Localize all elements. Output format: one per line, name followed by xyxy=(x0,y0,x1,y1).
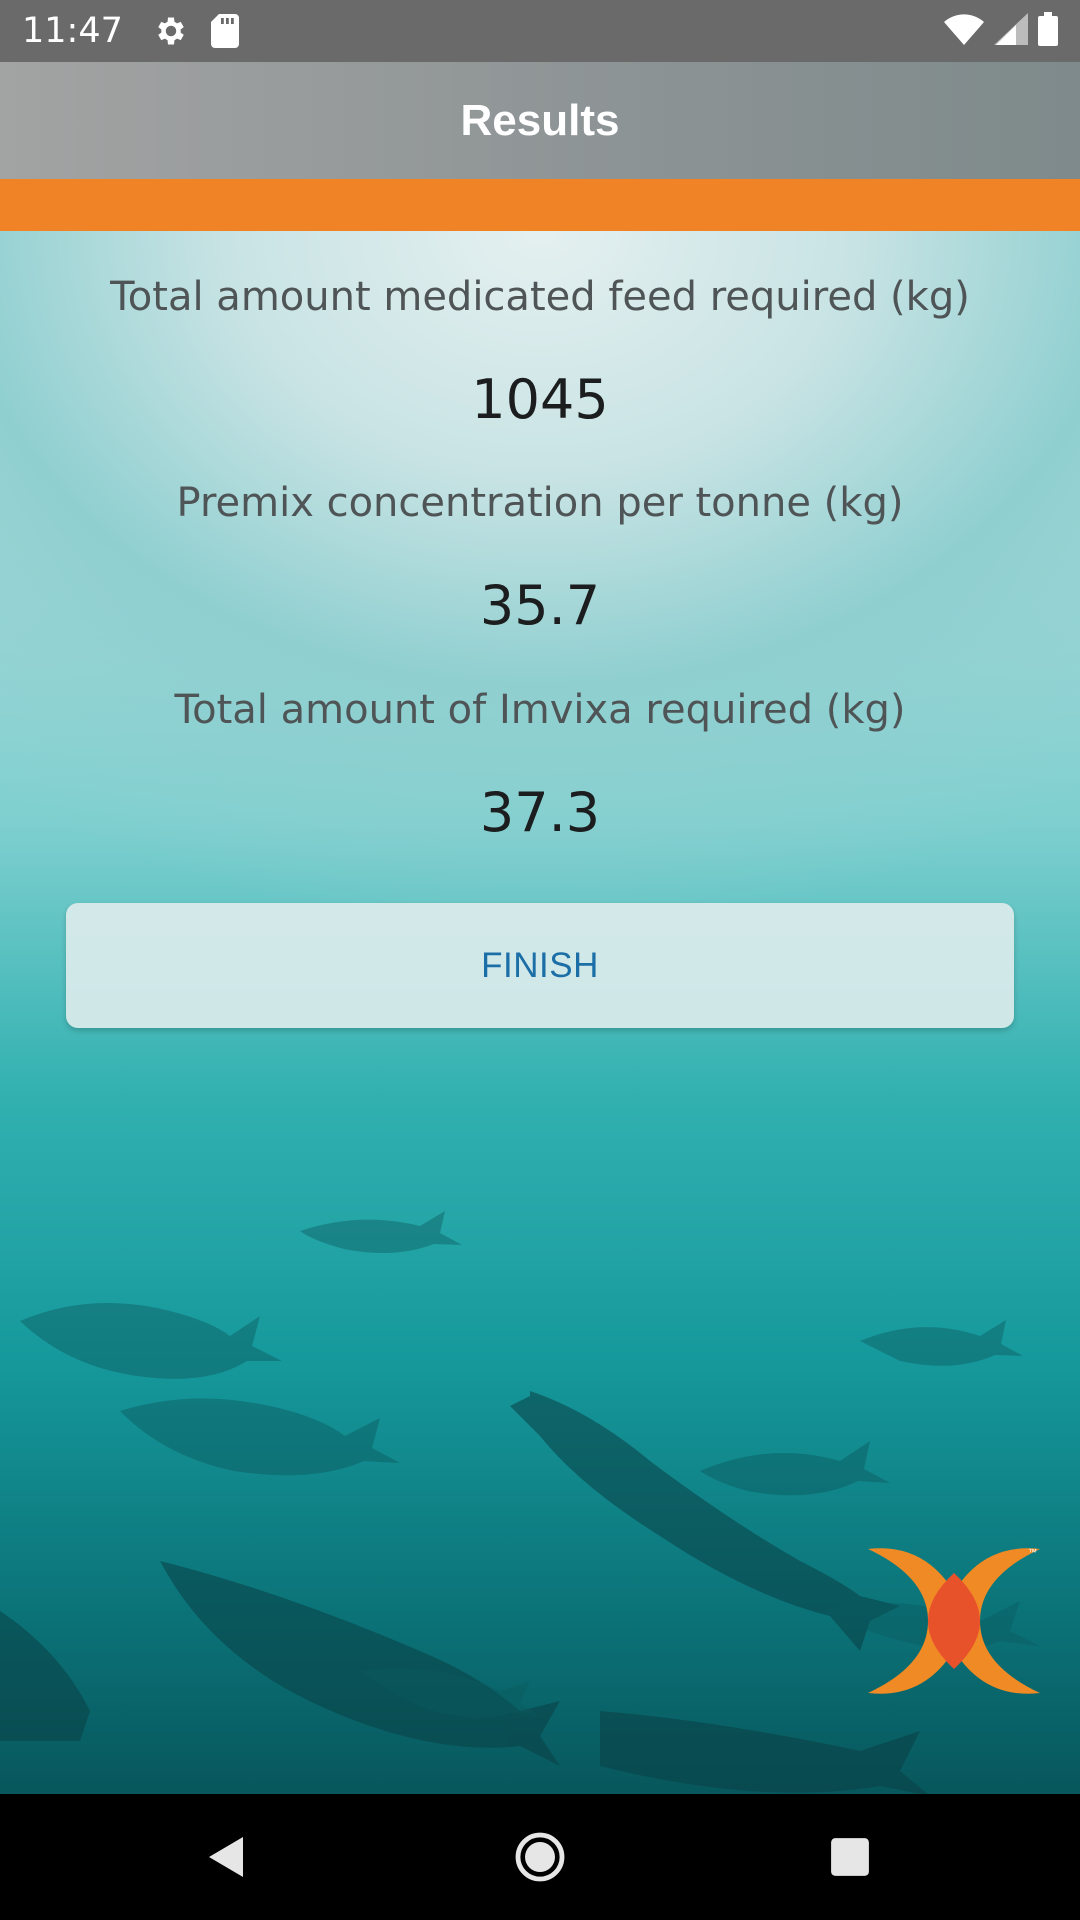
result-value-imvixa-total: 37.3 xyxy=(479,781,601,844)
imvixa-logo-icon: ™ xyxy=(868,1547,1040,1694)
result-label-medicated-feed: Total amount medicated feed required (kg… xyxy=(110,274,970,320)
results-panel: Total amount medicated feed required (kg… xyxy=(0,231,1080,1794)
result-label-premix-concentration: Premix concentration per tonne (kg) xyxy=(176,480,904,526)
battery-icon xyxy=(1038,11,1058,51)
sd-card-icon xyxy=(210,14,239,48)
page-title: Results xyxy=(460,95,620,145)
recents-icon[interactable] xyxy=(815,1822,885,1892)
signal-icon xyxy=(994,12,1028,50)
result-value-medicated-feed: 1045 xyxy=(471,368,609,431)
back-icon[interactable] xyxy=(190,1822,260,1892)
gear-icon xyxy=(153,13,189,49)
finish-button[interactable]: FINISH xyxy=(66,903,1014,1028)
trademark-symbol: ™ xyxy=(1028,1547,1037,1557)
result-label-imvixa-total: Total amount of Imvixa required (kg) xyxy=(174,687,906,733)
app-bar: Results xyxy=(0,62,1080,179)
accent-strip xyxy=(0,179,1080,231)
wifi-icon xyxy=(944,13,984,50)
navigation-bar xyxy=(0,1794,1080,1920)
status-bar: 11:47 xyxy=(0,0,1080,62)
result-value-premix-concentration: 35.7 xyxy=(479,574,601,637)
status-time: 11:47 xyxy=(22,11,123,51)
home-icon[interactable] xyxy=(505,1822,575,1892)
